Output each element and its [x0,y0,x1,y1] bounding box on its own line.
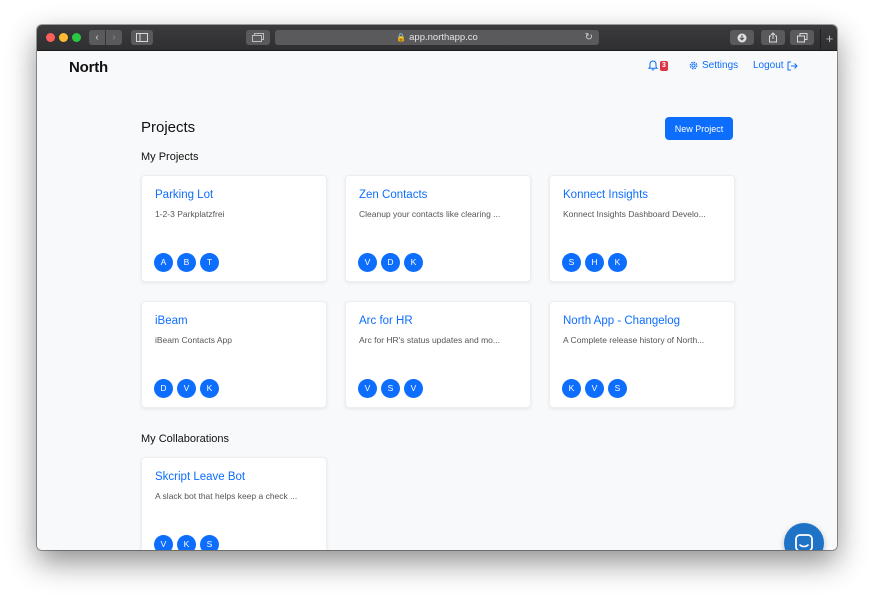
project-card[interactable]: Arc for HR Arc for HR's status updates a… [345,301,531,408]
member-avatars: A B T [154,253,223,272]
sidebar-icon [136,33,148,42]
tabs-icon [252,33,264,42]
avatar[interactable]: V [358,253,377,272]
avatar[interactable]: B [177,253,196,272]
sidebar-toggle-button[interactable] [131,30,153,45]
avatar[interactable]: D [154,379,173,398]
close-window-button[interactable] [46,33,55,42]
avatar[interactable]: K [177,535,196,550]
avatar[interactable]: V [177,379,196,398]
downloads-button[interactable] [730,30,754,45]
project-title[interactable]: Zen Contacts [359,189,427,201]
lock-icon: 🔒 [396,33,407,42]
member-avatars: V K S [154,535,223,550]
project-card[interactable]: Konnect Insights Konnect Insights Dashbo… [549,175,735,282]
my-collaborations-heading: My Collaborations [141,433,230,445]
reload-icon[interactable]: ↻ [585,30,593,45]
browser-toolbar: ‹ › 🔒 app.northapp.co ↻ + [37,25,837,51]
collaboration-card[interactable]: Skcript Leave Bot A slack bot that helps… [141,457,327,550]
settings-link[interactable]: Settings [688,60,738,71]
browser-window: ‹ › 🔒 app.northapp.co ↻ + North 3 Settin… [37,25,837,550]
share-button[interactable] [761,30,785,45]
project-title[interactable]: North App - Changelog [563,315,680,327]
project-card[interactable]: North App - Changelog A Complete release… [549,301,735,408]
address-bar[interactable]: 🔒 app.northapp.co ↻ [275,30,599,45]
avatar[interactable]: K [562,379,581,398]
project-title[interactable]: Arc for HR [359,315,413,327]
avatar[interactable]: S [381,379,400,398]
brand-logo[interactable]: North [69,59,108,76]
member-avatars: K V S [562,379,631,398]
tab-overview-left-button[interactable] [246,30,270,45]
share-icon [769,32,777,43]
logout-icon [787,61,798,70]
logout-link[interactable]: Logout [753,60,798,71]
project-description: 1-2-3 Parkplatzfrei [155,209,225,219]
avatar[interactable]: K [608,253,627,272]
avatar[interactable]: S [562,253,581,272]
project-title[interactable]: Parking Lot [155,189,213,201]
avatar[interactable]: S [200,535,219,550]
project-card[interactable]: Zen Contacts Cleanup your contacts like … [345,175,531,282]
back-button[interactable]: ‹ [89,30,105,45]
member-avatars: S H K [562,253,631,272]
project-description: A slack bot that helps keep a check ... [155,491,298,501]
avatar[interactable]: A [154,253,173,272]
tab-overview-icon [796,32,807,42]
project-description: iBeam Contacts App [155,335,233,345]
chat-widget-button[interactable] [784,523,824,550]
avatar[interactable]: H [585,253,604,272]
chat-icon [795,534,813,550]
project-description: Konnect Insights Dashboard Develo... [563,209,706,219]
fullscreen-window-button[interactable] [72,33,81,42]
notification-count-badge: 3 [660,60,668,71]
download-icon [737,33,747,42]
minimize-window-button[interactable] [59,33,68,42]
project-title[interactable]: iBeam [155,315,188,327]
avatar[interactable]: T [200,253,219,272]
project-title[interactable]: Konnect Insights [563,189,648,201]
avatar[interactable]: D [381,253,400,272]
avatar[interactable]: K [404,253,423,272]
my-projects-heading: My Projects [141,151,199,163]
url-text: app.northapp.co [409,32,478,43]
member-avatars: D V K [154,379,223,398]
new-tab-button[interactable]: + [820,29,837,49]
member-avatars: V S V [358,379,427,398]
logout-label: Logout [753,60,784,71]
avatar[interactable]: V [585,379,604,398]
project-description: Arc for HR's status updates and mo... [359,335,500,345]
avatar[interactable]: V [404,379,423,398]
project-title[interactable]: Skcript Leave Bot [155,471,245,483]
page-content: North 3 Settings Logout Projects New Pro… [37,51,837,550]
bell-icon [648,60,658,71]
new-project-button[interactable]: New Project [665,117,733,140]
avatar[interactable]: S [608,379,627,398]
forward-button[interactable]: › [106,30,122,45]
avatar[interactable]: V [358,379,377,398]
project-description: A Complete release history of North... [563,335,705,345]
member-avatars: V D K [358,253,427,272]
avatar[interactable]: V [154,535,173,550]
notifications-link[interactable]: 3 [648,60,668,71]
project-description: Cleanup your contacts like clearing ... [359,209,501,219]
project-card[interactable]: iBeam iBeam Contacts App D V K [141,301,327,408]
gear-icon [689,61,698,70]
avatar[interactable]: K [200,379,219,398]
project-card[interactable]: Parking Lot 1-2-3 Parkplatzfrei A B T [141,175,327,282]
page-title: Projects [141,119,196,136]
settings-label: Settings [702,60,739,71]
tab-overview-button[interactable] [790,30,814,45]
